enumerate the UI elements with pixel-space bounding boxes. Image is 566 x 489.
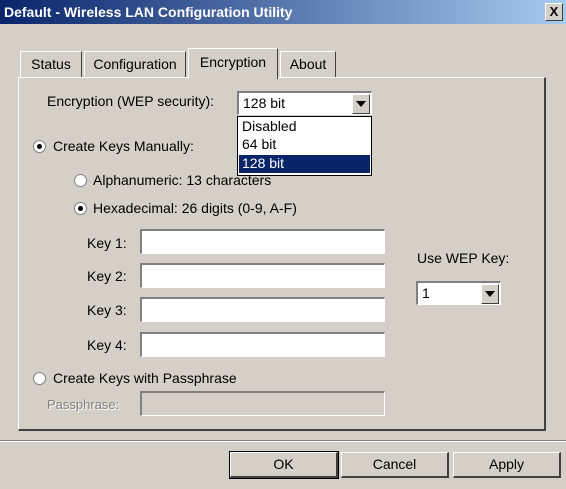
use-wep-key-label: Use WEP Key: [417, 250, 510, 266]
tab-label: Encryption [199, 54, 267, 70]
create-keys-manually-radio[interactable] [33, 140, 46, 153]
close-icon: X [549, 4, 559, 19]
tab-status[interactable]: Status [20, 51, 82, 77]
encryption-dropdown-list: Disabled 64 bit 128 bit [237, 116, 372, 176]
chevron-down-icon [485, 291, 495, 297]
create-keys-passphrase-radio[interactable] [33, 372, 46, 385]
key-4-label: Key 4: [87, 337, 127, 353]
bottom-divider [0, 440, 566, 442]
passphrase-label: Passphrase: [47, 397, 120, 412]
hexadecimal-label: Hexadecimal: 26 digits (0-9, A-F) [93, 200, 297, 216]
key-1-label: Key 1: [87, 235, 127, 251]
dropdown-option-disabled[interactable]: Disabled [239, 118, 370, 136]
alphanumeric-radio[interactable] [74, 174, 87, 187]
encryption-selected-value: 128 bit [243, 95, 286, 111]
ok-button[interactable]: OK [229, 451, 339, 479]
dropdown-option-64-bit[interactable]: 64 bit [239, 136, 370, 154]
key-3-label: Key 3: [87, 302, 127, 318]
encryption-select[interactable]: 128 bit [237, 91, 372, 115]
hexadecimal-radio[interactable] [74, 202, 87, 215]
chevron-down-icon [356, 101, 366, 107]
tab-label: About [289, 56, 327, 72]
passphrase-input[interactable] [140, 391, 385, 416]
apply-button-label: Apply [488, 456, 525, 472]
tab-encryption[interactable]: Encryption [188, 48, 278, 79]
encryption-label: Encryption (WEP security): [47, 93, 215, 109]
radio-selected-icon [78, 206, 83, 211]
apply-button[interactable]: Apply [453, 452, 561, 478]
ok-button-label: OK [273, 456, 294, 472]
cancel-button-label: Cancel [372, 456, 417, 472]
window-title: Default - Wireless LAN Configuration Uti… [4, 4, 293, 20]
key-3-input[interactable] [140, 297, 385, 322]
tab-configuration[interactable]: Configuration [84, 51, 186, 77]
close-button[interactable]: X [545, 3, 563, 21]
key-2-input[interactable] [140, 263, 385, 288]
cancel-button[interactable]: Cancel [341, 452, 449, 478]
create-keys-manually-label: Create Keys Manually: [53, 138, 194, 154]
use-wep-key-select[interactable]: 1 [416, 281, 501, 305]
dropdown-option-128-bit[interactable]: 128 bit [239, 155, 370, 173]
tab-label: Status [31, 56, 71, 72]
tab-label: Configuration [93, 56, 177, 72]
key-2-label: Key 2: [87, 268, 127, 284]
key-1-input[interactable] [140, 229, 385, 254]
use-wep-key-dropdown-button[interactable] [481, 284, 499, 304]
radio-selected-icon [37, 144, 42, 149]
title-bar: Default - Wireless LAN Configuration Uti… [0, 0, 566, 24]
use-wep-key-value: 1 [422, 285, 430, 301]
create-keys-passphrase-label: Create Keys with Passphrase [53, 370, 237, 386]
key-4-input[interactable] [140, 332, 385, 357]
encryption-dropdown-button[interactable] [352, 94, 370, 114]
tab-about[interactable]: About [280, 51, 336, 77]
